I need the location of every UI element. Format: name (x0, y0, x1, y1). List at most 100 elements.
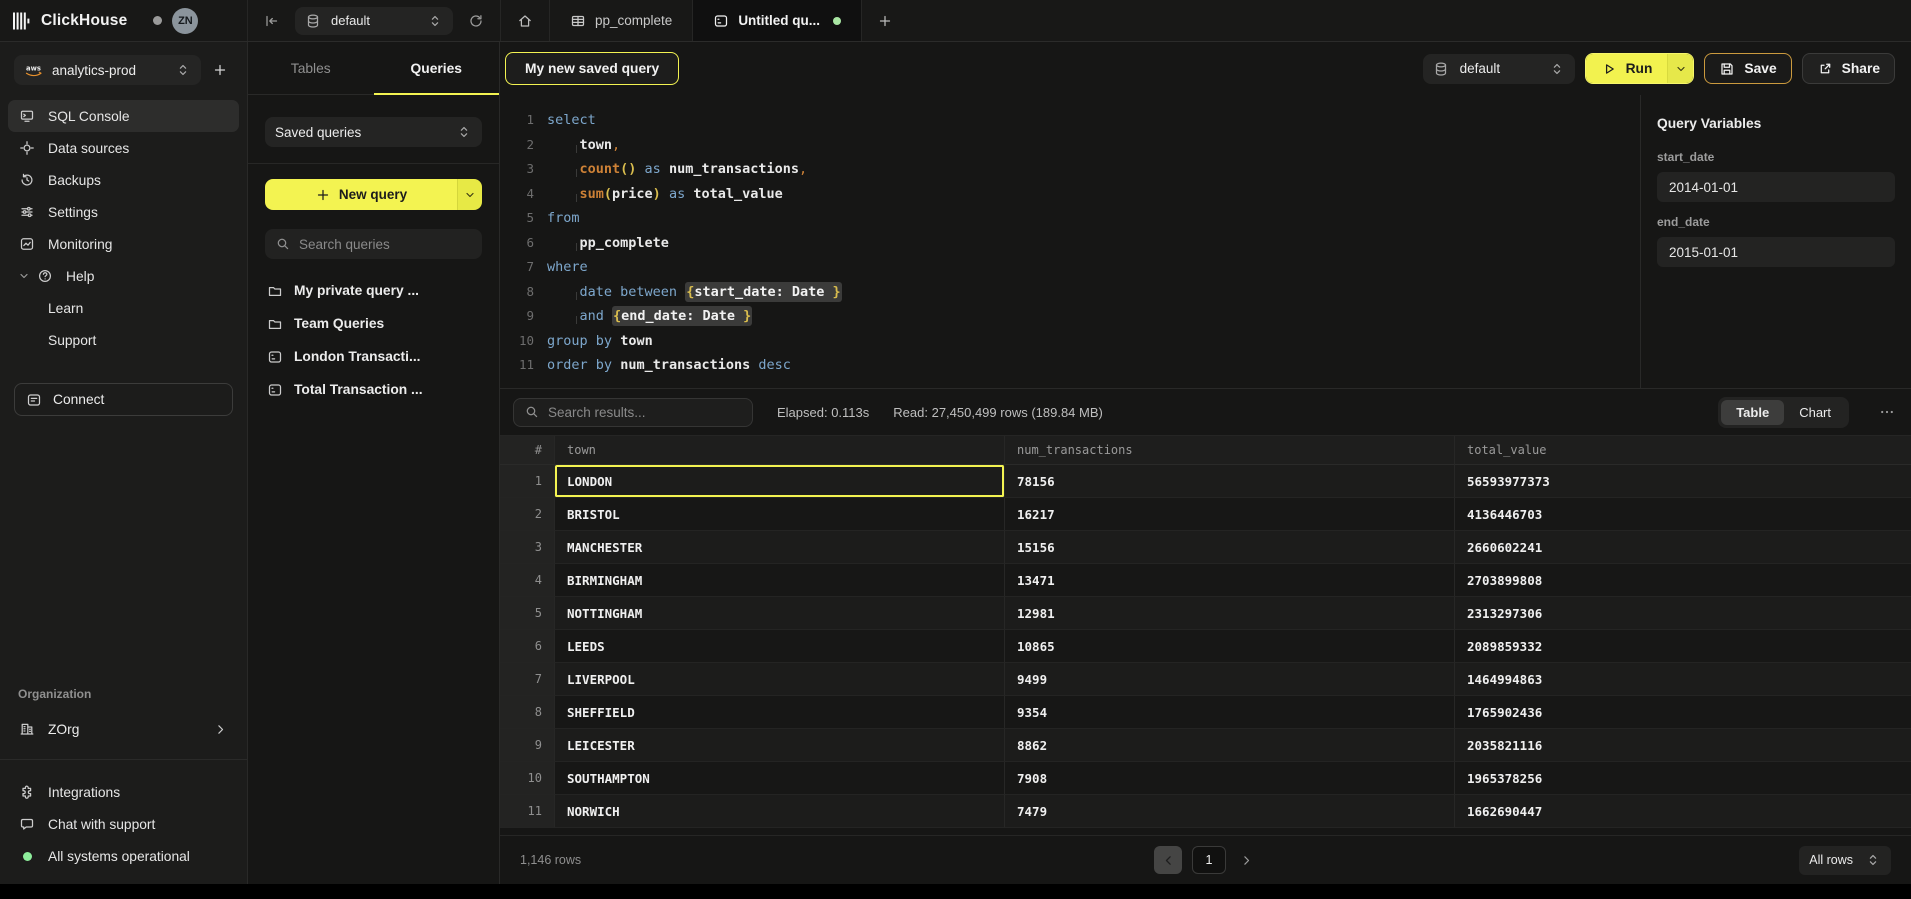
start-date-input[interactable] (1657, 172, 1895, 202)
run-database-selector[interactable]: default (1423, 54, 1575, 84)
num-transactions-cell[interactable]: 16217 (1005, 498, 1455, 531)
share-label: Share (1842, 61, 1880, 76)
brand: ClickHouse ZN (0, 0, 248, 41)
total-value-cell[interactable]: 1965378256 (1455, 762, 1911, 795)
num-transactions-cell[interactable]: 9354 (1005, 696, 1455, 729)
sidebar-item-monitoring[interactable]: Monitoring (8, 228, 239, 260)
sidebar-item-integrations[interactable]: Integrations (8, 776, 239, 808)
avatar[interactable]: ZN (172, 8, 198, 34)
num-transactions-cell[interactable]: 12981 (1005, 597, 1455, 630)
organization-item[interactable]: ZOrg (8, 713, 239, 745)
editor-row: 1select2town,3count() as num_transaction… (500, 95, 1911, 389)
num-transactions-cell[interactable]: 9499 (1005, 663, 1455, 696)
total-value-cell[interactable]: 1464994863 (1455, 663, 1911, 696)
table-row: 7LIVERPOOL94991464994863 (500, 663, 1911, 696)
total-value-cell[interactable]: 2035821116 (1455, 729, 1911, 762)
saved-query-label: Team Queries (294, 316, 384, 331)
town-cell[interactable]: LONDON (555, 465, 1005, 498)
town-cell[interactable]: LEEDS (555, 630, 1005, 663)
town-cell[interactable]: NOTTINGHAM (555, 597, 1005, 630)
saved-query-item-london-transacti[interactable]: London Transacti... (265, 340, 482, 373)
workspace-selector[interactable]: aws analytics-prod (14, 55, 201, 85)
town-cell[interactable]: BRISTOL (555, 498, 1005, 531)
sidebar-item-label: All systems operational (48, 849, 190, 864)
total-value-cell[interactable]: 2313297306 (1455, 597, 1911, 630)
saved-query-item-total-transaction[interactable]: Total Transaction ... (265, 373, 482, 406)
num-transactions-cell[interactable]: 13471 (1005, 564, 1455, 597)
queries-panel-body: Saved queries New query (248, 95, 499, 406)
town-cell[interactable]: LIVERPOOL (555, 663, 1005, 696)
town-cell[interactable]: MANCHESTER (555, 531, 1005, 564)
connect-button[interactable]: Connect (14, 383, 233, 416)
new-query-dropdown-button[interactable] (457, 179, 482, 210)
num-transactions-cell[interactable]: 10865 (1005, 630, 1455, 663)
table-row: 5NOTTINGHAM129812313297306 (500, 597, 1911, 630)
saved-query-tab[interactable]: My new saved query (505, 52, 679, 85)
new-tab-button[interactable] (862, 0, 908, 41)
total-value-cell[interactable]: 1765902436 (1455, 696, 1911, 729)
total-value-cell[interactable]: 2703899808 (1455, 564, 1911, 597)
column-header-num-transactions[interactable]: num_transactions (1005, 436, 1455, 465)
overflow-menu-icon[interactable] (1879, 404, 1895, 420)
saved-queries-selector[interactable]: Saved queries (265, 117, 482, 147)
new-query-button[interactable]: New query (265, 179, 457, 210)
search-queries-input[interactable] (299, 237, 472, 252)
saved-query-item-my-private-query[interactable]: My private query ... (265, 274, 482, 307)
database-selector[interactable]: default (295, 7, 453, 35)
add-service-button[interactable] (201, 62, 239, 78)
tab-pp-complete[interactable]: pp_complete (549, 0, 692, 41)
num-transactions-cell[interactable]: 8862 (1005, 729, 1455, 762)
tab-label: Untitled qu... (738, 13, 820, 28)
total-value-cell[interactable]: 2660602241 (1455, 531, 1911, 564)
run-button[interactable]: Run (1586, 54, 1668, 83)
search-results-input[interactable] (548, 405, 742, 420)
sidebar-item-chat-with-support[interactable]: Chat with support (8, 808, 239, 840)
sidebar-item-backups[interactable]: Backups (8, 164, 239, 196)
page-size-selector[interactable]: All rows (1799, 846, 1891, 875)
chart-view-button[interactable]: Chart (1784, 400, 1846, 425)
current-page[interactable]: 1 (1192, 846, 1226, 874)
column-header-town[interactable]: town (555, 436, 1005, 465)
tab-queries[interactable]: Queries (374, 42, 500, 94)
saved-query-item-team-queries[interactable]: Team Queries (265, 307, 482, 340)
sidebar-item-sql-console[interactable]: SQL Console (8, 100, 239, 132)
tab-home[interactable] (501, 0, 549, 41)
refresh-icon[interactable] (468, 13, 484, 29)
tab-tables[interactable]: Tables (248, 42, 374, 94)
sidebar-item-support[interactable]: Support (8, 324, 239, 356)
sidebar-item-all-systems-operational[interactable]: All systems operational (8, 840, 239, 872)
sidebar-item-settings[interactable]: Settings (8, 196, 239, 228)
collapse-sidebar-icon[interactable] (264, 13, 280, 29)
town-cell[interactable]: NORWICH (555, 795, 1005, 828)
total-value-cell[interactable]: 4136446703 (1455, 498, 1911, 531)
sidebar-item-help[interactable]: Help (8, 260, 239, 292)
num-transactions-cell[interactable]: 7908 (1005, 762, 1455, 795)
previous-page-button[interactable] (1154, 846, 1182, 874)
sql-editor[interactable]: 1select2town,3count() as num_transaction… (500, 95, 1640, 388)
next-page-button[interactable] (1236, 854, 1257, 867)
end-date-input[interactable] (1657, 237, 1895, 267)
panel-tabs: Tables Queries (248, 42, 499, 95)
sidebar-item-learn[interactable]: Learn (8, 292, 239, 324)
total-value-cell[interactable]: 1662690447 (1455, 795, 1911, 828)
town-cell[interactable]: LEICESTER (555, 729, 1005, 762)
query-parameter-chip[interactable]: {start_date: Date } (685, 282, 841, 302)
column-header-total-value[interactable]: total_value (1455, 436, 1911, 465)
num-transactions-cell[interactable]: 15156 (1005, 531, 1455, 564)
chevron-down-icon (464, 189, 476, 201)
run-options-button[interactable] (1667, 54, 1693, 83)
num-transactions-cell[interactable]: 7479 (1005, 795, 1455, 828)
town-cell[interactable]: BIRMINGHAM (555, 564, 1005, 597)
query-parameter-chip[interactable]: {end_date: Date } (612, 306, 752, 326)
num-transactions-cell[interactable]: 78156 (1005, 465, 1455, 498)
save-button[interactable]: Save (1704, 53, 1791, 84)
town-cell[interactable]: SOUTHAMPTON (555, 762, 1005, 795)
share-button[interactable]: Share (1802, 53, 1895, 84)
table-row: 9LEICESTER88622035821116 (500, 729, 1911, 762)
total-value-cell[interactable]: 56593977373 (1455, 465, 1911, 498)
table-view-button[interactable]: Table (1721, 400, 1784, 425)
town-cell[interactable]: SHEFFIELD (555, 696, 1005, 729)
total-value-cell[interactable]: 2089859332 (1455, 630, 1911, 663)
sidebar-item-data-sources[interactable]: Data sources (8, 132, 239, 164)
tab-untitled-query[interactable]: Untitled qu... (692, 0, 862, 41)
